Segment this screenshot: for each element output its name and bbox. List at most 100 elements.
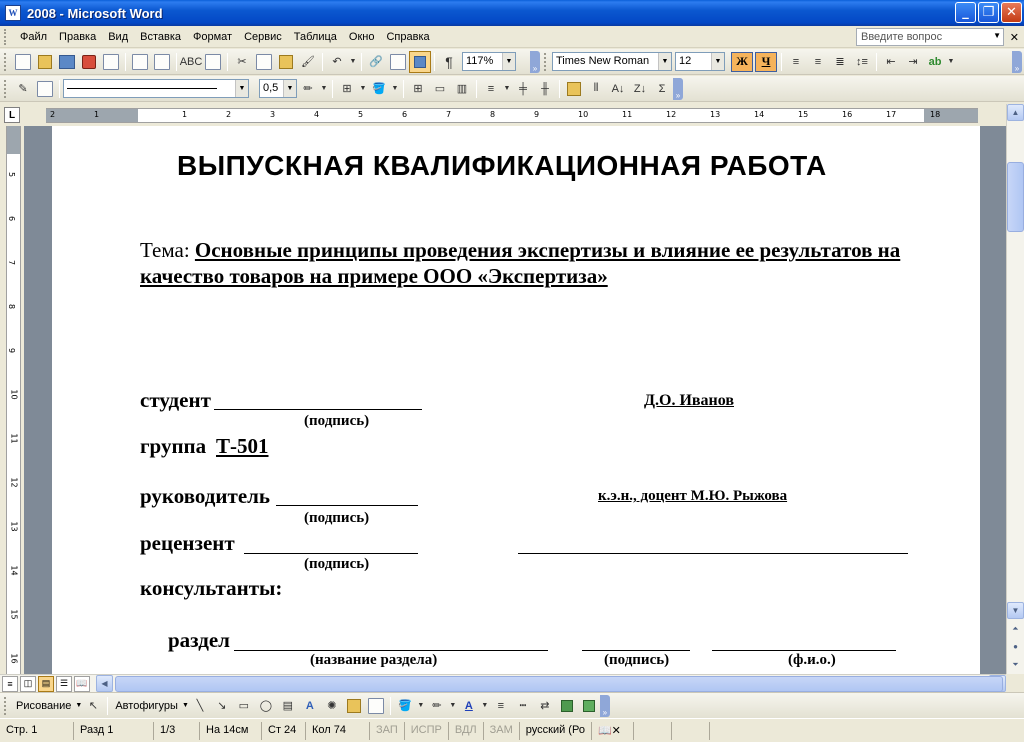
toolbar-grip[interactable]	[4, 52, 7, 71]
chevron-down-icon[interactable]: ▼	[75, 702, 82, 709]
select-objects-icon[interactable]: ↖	[82, 695, 104, 717]
merge-cells-icon[interactable]: ▭	[429, 78, 451, 100]
toolbar-grip[interactable]	[4, 696, 7, 715]
close-button[interactable]: ✕	[1001, 2, 1022, 23]
zoom-select[interactable]: 117% ▼	[462, 52, 516, 71]
horizontal-ruler[interactable]: 2 1 1 2 3 4 5 6 7 8 9 10 11 12 13 14 15 16 17 18	[46, 108, 978, 123]
bold-button[interactable]: Ж	[731, 51, 753, 72]
eraser-icon[interactable]	[34, 78, 56, 100]
menu-tools[interactable]: Сервис	[238, 31, 288, 43]
minimize-button[interactable]: _	[955, 2, 976, 23]
chevron-down-icon[interactable]: ▼	[283, 80, 296, 97]
line-color-icon[interactable]: ✏	[426, 695, 448, 717]
menu-help[interactable]: Справка	[380, 31, 435, 43]
menu-file[interactable]: Файл	[14, 31, 53, 43]
status-ext[interactable]: ВДЛ	[449, 721, 484, 740]
menu-table[interactable]: Таблица	[288, 31, 343, 43]
toolbar-grip[interactable]	[4, 79, 7, 98]
sort-descending-icon[interactable]: Z↓	[629, 78, 651, 100]
text-direction-icon[interactable]: ⫴	[585, 78, 607, 100]
wordart-icon[interactable]: A	[299, 695, 321, 717]
chevron-down-icon[interactable]: ▼	[416, 695, 426, 717]
clipart-icon[interactable]	[343, 695, 365, 717]
menu-grip[interactable]	[4, 28, 8, 45]
previous-page-icon[interactable]: ⏶	[1007, 620, 1024, 637]
status-ovr[interactable]: ЗАМ	[484, 721, 520, 740]
menu-edit[interactable]: Правка	[53, 31, 102, 43]
normal-view-icon[interactable]: ≡	[2, 675, 18, 692]
hyperlink-icon[interactable]: 🔗	[365, 51, 387, 73]
next-page-icon[interactable]: ⏷	[1007, 656, 1024, 673]
arrow-style-icon[interactable]: ⇄	[534, 695, 556, 717]
menu-format[interactable]: Формат	[187, 31, 238, 43]
line-width-select[interactable]: 0,5 ▼	[259, 79, 297, 98]
insert-table-icon[interactable]: ⊞	[407, 78, 429, 100]
dash-style-icon[interactable]: ┅	[512, 695, 534, 717]
align-cell-icon[interactable]: ≡	[480, 78, 502, 100]
help-search-input[interactable]: Введите вопрос ▼	[856, 28, 1004, 46]
cut-icon[interactable]: ✂	[231, 51, 253, 73]
chevron-down-icon[interactable]: ▼	[358, 78, 368, 100]
table-icon[interactable]	[387, 51, 409, 73]
save-icon[interactable]	[56, 51, 78, 73]
reading-view-icon[interactable]: 📖	[74, 675, 90, 692]
chevron-down-icon[interactable]: ▼	[182, 702, 189, 709]
vertical-scroll-thumb[interactable]	[1007, 162, 1024, 232]
chevron-down-icon[interactable]: ▼	[319, 78, 329, 100]
outline-view-icon[interactable]: ☰	[56, 675, 72, 692]
chevron-down-icon[interactable]: ▼	[390, 78, 400, 100]
split-cells-icon[interactable]: ▥	[451, 78, 473, 100]
chevron-down-icon[interactable]: ▼	[235, 80, 248, 97]
word-app-icon[interactable]: W	[5, 5, 21, 21]
research-icon[interactable]	[202, 51, 224, 73]
format-painter-icon[interactable]: 🖌	[297, 51, 319, 73]
scroll-up-icon[interactable]: ▲	[1007, 104, 1024, 121]
arrow-icon[interactable]: ↘	[211, 695, 233, 717]
email-icon[interactable]	[100, 51, 122, 73]
chevron-down-icon[interactable]: ▼	[348, 51, 358, 73]
chevron-down-icon[interactable]: ▼	[711, 53, 724, 70]
close-document-icon[interactable]: ✕	[1010, 31, 1019, 44]
picture-icon[interactable]	[365, 695, 387, 717]
chevron-down-icon[interactable]: ▼	[993, 31, 1001, 40]
decrease-indent-icon[interactable]: ⇤	[880, 51, 902, 73]
distribute-columns-icon[interactable]: ╫	[534, 78, 556, 100]
scroll-down-icon[interactable]: ▼	[1007, 602, 1024, 619]
justify-icon[interactable]: ≣	[829, 51, 851, 73]
line-style-icon[interactable]: ≡	[490, 695, 512, 717]
increase-indent-icon[interactable]: ⇥	[902, 51, 924, 73]
restore-button[interactable]: ❐	[978, 2, 999, 23]
drawing-toggle-icon[interactable]	[409, 50, 431, 73]
draw-menu-button[interactable]: Рисование	[12, 700, 75, 712]
select-browse-object-icon[interactable]: ●	[1007, 638, 1024, 655]
print-layout-view-icon[interactable]: ▤	[38, 675, 54, 692]
autoshapes-menu-button[interactable]: Автофигуры	[111, 700, 182, 712]
toolbar-options-icon[interactable]: »	[530, 50, 540, 73]
document-page[interactable]: ВЫПУСКНАЯ КВАЛИФИКАЦИОННАЯ РАБОТА Тема: …	[52, 126, 980, 674]
chevron-down-icon[interactable]: ▼	[448, 695, 458, 717]
menu-view[interactable]: Вид	[102, 31, 134, 43]
rectangle-icon[interactable]: ▭	[233, 695, 255, 717]
border-color-icon[interactable]: ✏	[297, 78, 319, 100]
spelling-icon[interactable]: ABC	[180, 51, 203, 73]
distribute-rows-icon[interactable]: ╪	[512, 78, 534, 100]
copy-icon[interactable]	[253, 51, 275, 73]
menu-window[interactable]: Окно	[343, 31, 381, 43]
underline-button[interactable]: Ч	[755, 51, 777, 72]
print-icon[interactable]	[129, 51, 151, 73]
web-view-icon[interactable]: ◫	[20, 675, 36, 692]
tab-selector[interactable]: L	[4, 107, 20, 123]
horizontal-scroll-track[interactable]	[113, 675, 1003, 692]
toolbar-options-icon[interactable]: »	[599, 694, 610, 717]
toolbar-options-icon[interactable]: »	[1012, 51, 1022, 73]
pilcrow-icon[interactable]: ¶	[438, 51, 460, 73]
line-icon[interactable]: ╲	[189, 695, 211, 717]
permission-icon[interactable]	[78, 51, 100, 73]
align-right-icon[interactable]: ≡	[807, 51, 829, 73]
line-spacing-icon[interactable]: ↕≡	[851, 51, 873, 73]
toolbar-options-icon[interactable]: »	[673, 77, 683, 100]
chevron-down-icon[interactable]: ▼	[480, 695, 490, 717]
chevron-down-icon[interactable]: ▼	[502, 78, 512, 100]
paste-icon[interactable]	[275, 51, 297, 73]
shadow-icon[interactable]	[556, 695, 578, 717]
